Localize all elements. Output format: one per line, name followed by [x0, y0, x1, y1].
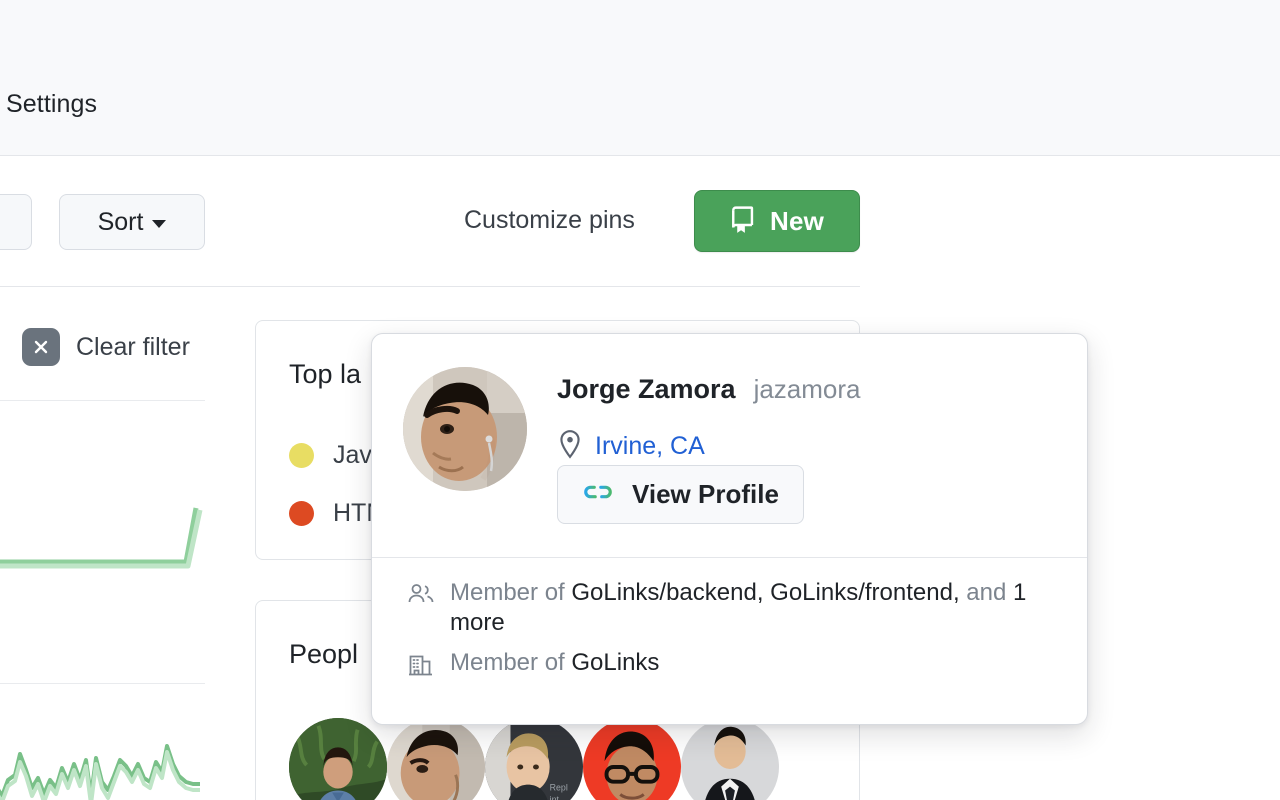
people-icon	[408, 583, 434, 638]
new-repository-button[interactable]: New	[694, 190, 860, 252]
hovercard-location[interactable]: Irvine, CA	[557, 429, 705, 464]
hovercard-header: Jorge Zamora jazamora Irvine, CA View Pr…	[372, 334, 1087, 557]
top-languages-title: Top la	[289, 359, 362, 389]
avatar[interactable]	[583, 718, 681, 800]
new-button-label: New	[769, 205, 825, 236]
avatar[interactable]	[289, 718, 387, 800]
customize-pins-button[interactable]: Customize pins	[464, 206, 635, 235]
sidebar-divider-2	[0, 683, 205, 684]
chevron-down-icon	[152, 220, 167, 228]
sort-button-label: Sort	[97, 207, 144, 236]
sort-button[interactable]: Sort	[59, 194, 205, 250]
meta-value: GoLinks/backend, GoLinks/frontend,	[571, 579, 960, 606]
hovercard-identity: Jorge Zamora jazamora	[557, 374, 861, 405]
language-color-dot	[289, 501, 314, 526]
svg-text:Repl: Repl	[550, 783, 568, 793]
view-profile-label: View Profile	[632, 479, 779, 509]
hovercard-meta-list: Member of GoLinks/backend, GoLinks/front…	[372, 558, 1087, 685]
meta-value: GoLinks	[571, 649, 660, 676]
contribution-sparkline-flat	[0, 480, 205, 570]
avatar[interactable]	[387, 718, 485, 800]
meta-prefix: Member of	[450, 649, 572, 676]
hovercard-meta-teams-text: Member of GoLinks/backend, GoLinks/front…	[450, 578, 1063, 638]
svg-text:int: int	[550, 794, 560, 800]
sidebar-divider-1	[0, 400, 205, 401]
filter-button-partial[interactable]	[0, 194, 32, 250]
avatar[interactable]: Repl int	[485, 718, 583, 800]
hovercard-name: Jorge Zamora	[557, 374, 736, 404]
close-icon	[22, 328, 60, 366]
hovercard-meta-organization-text: Member of GoLinks	[450, 648, 659, 685]
avatar[interactable]	[403, 367, 527, 491]
page-header: Settings	[0, 0, 1280, 156]
hovercard-meta-teams: Member of GoLinks/backend, GoLinks/front…	[372, 578, 1087, 638]
language-color-dot	[289, 443, 314, 468]
location-pin-icon	[557, 429, 583, 464]
meta-prefix: Member of	[450, 579, 572, 606]
meta-middle: and	[959, 579, 1013, 606]
hovercard-login: jazamora	[753, 374, 861, 404]
clear-filter-button[interactable]: Clear filter	[22, 328, 190, 366]
user-hovercard: Jorge Zamora jazamora Irvine, CA View Pr…	[371, 333, 1088, 725]
contribution-sparkline-jagged	[0, 720, 205, 800]
hovercard-meta-organization: Member of GoLinks	[372, 648, 1087, 685]
avatar[interactable]	[681, 718, 779, 800]
link-icon	[582, 480, 614, 509]
page-title: Settings	[6, 90, 98, 118]
organization-icon	[408, 653, 434, 685]
repo-icon	[730, 205, 756, 238]
hovercard-location-text: Irvine, CA	[595, 432, 705, 460]
toolbar-divider	[0, 286, 860, 287]
clear-filter-label: Clear filter	[76, 332, 190, 361]
app-root: Settings Sort Customize pins New Clear f…	[0, 0, 1280, 800]
view-profile-button[interactable]: View Profile	[557, 465, 804, 524]
toolbar: Sort Customize pins	[0, 156, 1280, 286]
people-avatar-row: Repl int	[289, 718, 779, 800]
people-title: Peopl	[289, 639, 359, 669]
